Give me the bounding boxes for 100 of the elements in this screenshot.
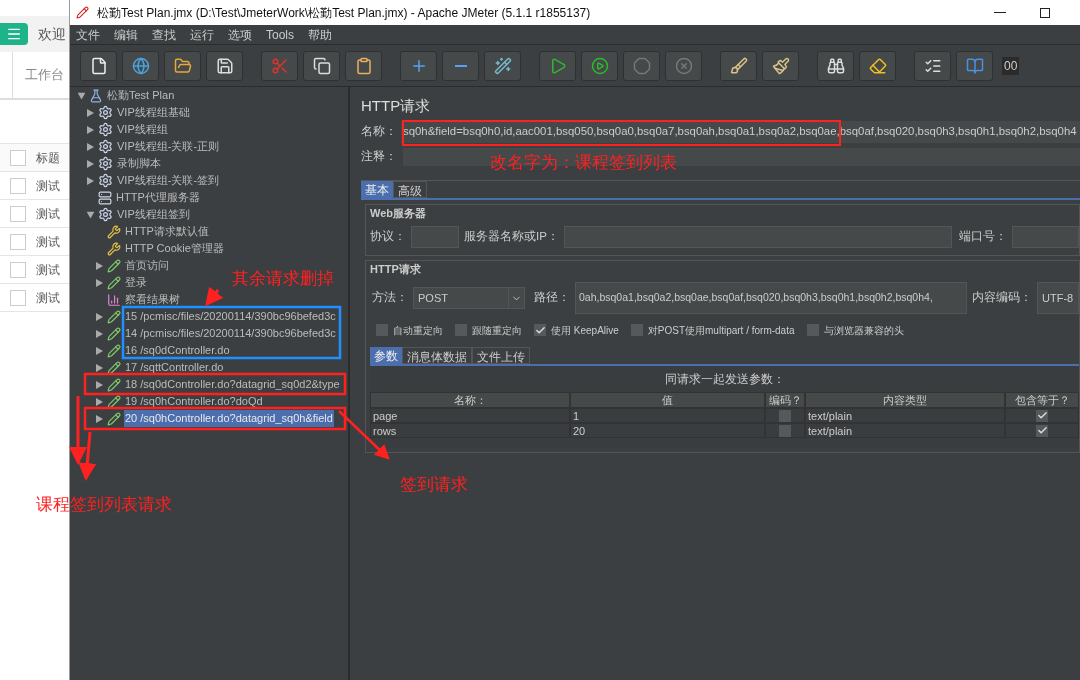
- menu-item[interactable]: 运行: [190, 25, 214, 44]
- menu-item[interactable]: 选项: [228, 25, 252, 44]
- checkbox[interactable]: [10, 205, 26, 222]
- tab[interactable]: 参数: [370, 347, 402, 364]
- toolbar-button[interactable]: [164, 50, 201, 81]
- tab[interactable]: 文件上传: [472, 347, 530, 364]
- menu-item[interactable]: 查找: [152, 25, 176, 44]
- menu-item[interactable]: 帮助: [308, 25, 332, 44]
- table-cell: rows: [370, 423, 570, 438]
- checkbox[interactable]: [1036, 409, 1048, 422]
- table-cell-text: 测试: [36, 233, 60, 251]
- toolbar-button[interactable]: [303, 50, 340, 81]
- tree-item[interactable]: 19 /sq0hController.do?doQd: [124, 393, 264, 410]
- checkbox[interactable]: [10, 233, 26, 250]
- toolbar-button[interactable]: [345, 50, 382, 81]
- expand-arrow-icon[interactable]: [95, 346, 103, 355]
- menu-item[interactable]: Tools: [266, 25, 294, 44]
- pipette-icon: [107, 258, 121, 273]
- toolbar-button[interactable]: [720, 50, 757, 81]
- column-header: 值: [570, 392, 765, 408]
- table-cell-text: 测试: [36, 205, 60, 223]
- menu-item[interactable]: 编辑: [114, 25, 138, 44]
- toolbar-button[interactable]: [539, 50, 576, 81]
- expand-arrow-icon[interactable]: [86, 108, 94, 117]
- expand-arrow-icon[interactable]: [95, 312, 103, 321]
- collapse-arrow-icon[interactable]: [86, 211, 94, 218]
- table-cell: text/plain: [805, 423, 1005, 438]
- checkbox[interactable]: [1036, 424, 1048, 437]
- gear-icon: [98, 173, 113, 188]
- server-field[interactable]: [563, 225, 952, 248]
- toolbar-button[interactable]: [762, 50, 799, 81]
- tree-item[interactable]: VIP线程组-关联-签到: [116, 172, 221, 189]
- broom-icon: [868, 56, 887, 75]
- welcome-text: 欢迎: [38, 24, 66, 44]
- tree-item[interactable]: HTTP Cookie管理器: [124, 240, 225, 257]
- toolbar-button[interactable]: [859, 50, 896, 81]
- tree-item[interactable]: 14 /pcmisc/files/20200114/390bc96befed3c: [124, 325, 337, 342]
- tree-item[interactable]: 18 /sq0dController.do?datagrid_sq0d2&type: [124, 376, 341, 393]
- tree-item[interactable]: HTTP代理服务器: [115, 189, 201, 206]
- checkbox[interactable]: [630, 324, 643, 336]
- expand-arrow-icon[interactable]: [86, 176, 94, 185]
- menu-button[interactable]: [0, 23, 28, 45]
- expand-arrow-icon[interactable]: [95, 261, 103, 270]
- tree-item[interactable]: 15 /pcmisc/files/20200114/390bc96befed3c: [124, 308, 337, 325]
- tree-item[interactable]: VIP线程组基础: [116, 104, 191, 121]
- expand-arrow-icon[interactable]: [95, 414, 103, 423]
- expand-arrow-icon[interactable]: [86, 159, 94, 168]
- expand-arrow-icon[interactable]: [86, 125, 94, 134]
- toolbar-button[interactable]: [442, 50, 479, 81]
- tree-item[interactable]: 松勤Test Plan: [106, 87, 176, 104]
- tree-item[interactable]: 录制脚本: [116, 155, 162, 172]
- tree-item[interactable]: VIP线程组: [116, 121, 169, 138]
- collapse-arrow-icon[interactable]: [77, 92, 85, 99]
- expand-arrow-icon[interactable]: [95, 380, 103, 389]
- toolbar-button[interactable]: [914, 50, 951, 81]
- tree-item[interactable]: 首页访问: [124, 257, 170, 274]
- checkbox[interactable]: [455, 324, 467, 336]
- path-field[interactable]: 0ah,bsq0a1,bsq0a2,bsq0ae,bsq0af,bsq020,bsq0h3,bsq0h1,bsq0h2,bsq0h4,: [575, 282, 967, 314]
- tree-item[interactable]: VIP线程组签到: [116, 206, 191, 223]
- menu-item[interactable]: 文件: [76, 25, 100, 44]
- protocol-field[interactable]: [411, 225, 459, 248]
- toolbar-button[interactable]: [122, 50, 159, 81]
- column-header: 内容类型: [805, 392, 1005, 408]
- method-dropdown[interactable]: POST: [413, 287, 525, 309]
- maximize-icon[interactable]: [1040, 7, 1050, 18]
- workbench-tab[interactable]: 工作台: [12, 52, 64, 98]
- tree-item[interactable]: VIP线程组-关联-正则: [116, 138, 221, 155]
- expand-arrow-icon[interactable]: [86, 142, 94, 151]
- tree-item[interactable]: 17 /sqttController.do: [124, 359, 225, 376]
- window-title: 松勤Test Plan.jmx (D:\Test\JmeterWork\松勤Test Plan.jmx) - Apache JMeter (5.1.1 r1855137): [97, 4, 591, 22]
- pipette-icon: [107, 360, 121, 375]
- checkbox[interactable]: [10, 289, 26, 306]
- checkbox[interactable]: [779, 409, 791, 422]
- checkbox[interactable]: [10, 149, 26, 166]
- encoding-field[interactable]: UTF-8: [1037, 282, 1079, 314]
- checkbox[interactable]: [376, 324, 388, 336]
- tab[interactable]: 基本: [361, 181, 393, 198]
- tab[interactable]: 高级: [393, 181, 427, 198]
- checkbox[interactable]: [10, 261, 26, 278]
- expand-arrow-icon[interactable]: [95, 397, 103, 406]
- checkbox[interactable]: [806, 324, 819, 336]
- toolbar-button[interactable]: [581, 50, 618, 81]
- tree-item[interactable]: 20 /sq0hController.do?datagrid_sq0h&field: [124, 410, 334, 427]
- section-title: Web服务器: [369, 206, 428, 221]
- toolbar-button[interactable]: [80, 50, 117, 81]
- tree-item[interactable]: HTTP请求默认值: [124, 223, 210, 240]
- tree-item[interactable]: 登录: [124, 274, 148, 291]
- toolbar-button[interactable]: [206, 50, 243, 81]
- expand-arrow-icon[interactable]: [95, 278, 103, 287]
- tree-item[interactable]: 察看结果树: [124, 291, 181, 308]
- checkbox[interactable]: [779, 424, 791, 437]
- expand-arrow-icon[interactable]: [95, 363, 103, 372]
- expand-arrow-icon[interactable]: [95, 329, 103, 338]
- tree-item[interactable]: 16 /sq0dController.do: [124, 342, 231, 359]
- toolbar-button[interactable]: [484, 50, 521, 81]
- checkbox[interactable]: [534, 324, 546, 336]
- port-field[interactable]: [1011, 225, 1079, 248]
- toolbar-button[interactable]: [817, 50, 854, 81]
- tab[interactable]: 消息体数据: [402, 347, 472, 364]
- checkbox[interactable]: [10, 177, 26, 194]
